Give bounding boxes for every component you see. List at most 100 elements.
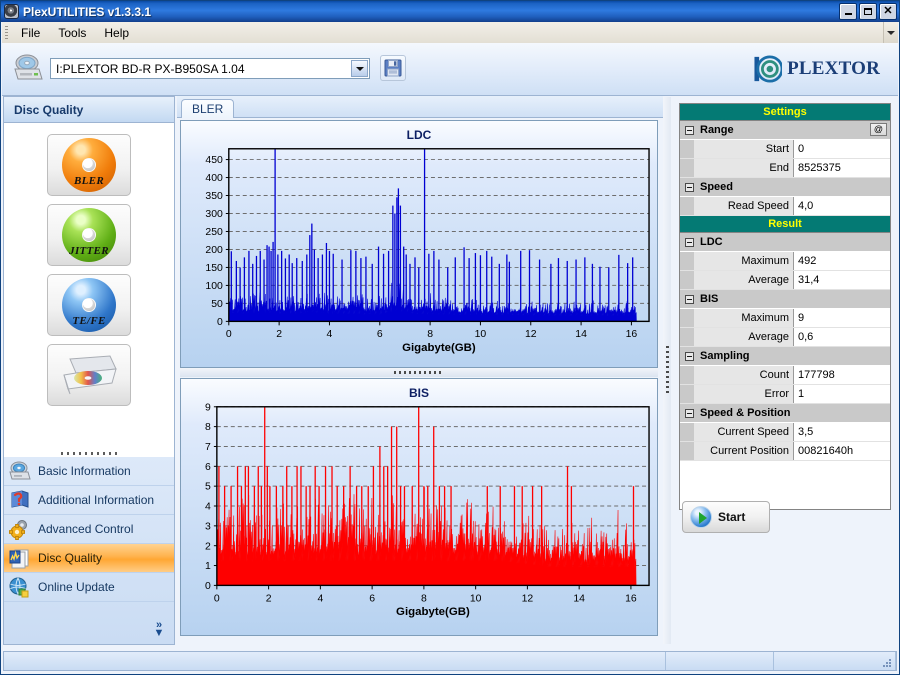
window-title: PlexUTILITIES v1.3.3.1	[23, 4, 152, 19]
svg-text:Gigabyte(GB): Gigabyte(GB)	[396, 606, 470, 618]
sidebar-item-disc-quality[interactable]: Disc Quality	[4, 544, 174, 573]
panel-splitter-vertical[interactable]	[663, 97, 671, 644]
svg-text:300: 300	[205, 209, 223, 220]
row-key: Current Position	[694, 442, 794, 460]
drive-select-dropdown-button[interactable]	[351, 60, 368, 77]
svg-text:250: 250	[205, 227, 223, 238]
maximize-button[interactable]	[859, 3, 877, 20]
row-key: Current Speed	[694, 423, 794, 441]
row-key: Average	[694, 271, 794, 289]
svg-text:6: 6	[369, 593, 375, 604]
row-value: 9	[794, 309, 890, 327]
svg-text:14: 14	[575, 329, 587, 340]
chevron-down-icon	[887, 30, 895, 35]
group-sampling[interactable]: Sampling	[680, 347, 890, 366]
svg-text:4: 4	[205, 502, 211, 513]
svg-text:8: 8	[427, 329, 433, 340]
row-sampling-error: Error 1	[680, 385, 890, 404]
bler-button[interactable]: BLER	[47, 134, 131, 196]
row-range-end: End 8525375	[680, 159, 890, 178]
row-bis-average: Average 0,6	[680, 328, 890, 347]
sidebar-item-additional-information[interactable]: Additional Information	[4, 486, 174, 515]
collapse-icon[interactable]	[685, 182, 694, 192]
book-help-icon	[11, 490, 29, 508]
drive-select[interactable]: I:PLEXTOR BD-R PX-B950SA 1.04	[50, 58, 370, 79]
properties-grid: Settings Range @ Start 0 End 8525375 Spe…	[679, 103, 891, 510]
app-disc-icon	[4, 4, 19, 19]
row-value[interactable]: 4,0	[794, 197, 890, 215]
chart-panel: LDC 0 50 100 150 200 250 300 350 400 450 0 2 4 6 8 10 12…	[177, 118, 663, 645]
collapse-icon[interactable]	[685, 125, 694, 135]
menu-item-help[interactable]: Help	[95, 24, 138, 42]
start-button-label: Start	[718, 510, 746, 524]
group-ldc[interactable]: LDC	[680, 233, 890, 252]
ldc-chart-plot: 0 50 100 150 200 250 300 350 400 450 0 2 4 6 8 10 12 14 16…	[205, 148, 650, 354]
svg-text:0: 0	[226, 329, 232, 340]
row-value[interactable]: 0	[794, 140, 890, 158]
start-button[interactable]: Start	[682, 501, 770, 533]
disc-drive-icon	[9, 461, 31, 480]
row-value[interactable]: 8525375	[794, 159, 890, 177]
drive-select-value: I:PLEXTOR BD-R PX-B950SA 1.04	[56, 61, 245, 76]
row-value: 31,4	[794, 271, 890, 289]
svg-text:9: 9	[205, 402, 211, 413]
sidebar-item-label: Additional Information	[38, 493, 155, 507]
group-speed-and-position[interactable]: Speed & Position	[680, 404, 890, 423]
grip-dots-icon	[665, 345, 669, 396]
drive-tray-icon	[63, 355, 117, 395]
title-bar: PlexUTILITIES v1.3.3.1 ✕	[1, 1, 899, 22]
group-range[interactable]: Range @	[680, 121, 890, 140]
arrow-down-icon: ▼	[153, 627, 165, 639]
row-value: 0,6	[794, 328, 890, 346]
range-at-button[interactable]: @	[870, 123, 887, 136]
row-gutter	[680, 140, 694, 158]
chart-splitter-horizontal[interactable]	[180, 368, 658, 377]
menu-item-file[interactable]: File	[12, 24, 49, 42]
properties-panel: Settings Range @ Start 0 End 8525375 Spe…	[673, 96, 897, 645]
menu-item-tools[interactable]: Tools	[49, 24, 95, 42]
save-button[interactable]	[380, 55, 406, 81]
row-bis-maximum: Maximum 9	[680, 309, 890, 328]
disc-hole	[82, 228, 96, 242]
sidebar-item-basic-information[interactable]: Basic Information	[4, 457, 174, 486]
application-window: PlexUTILITIES v1.3.3.1 ✕ File Tools Help	[0, 0, 900, 675]
resize-grip-icon[interactable]	[881, 657, 893, 669]
sidebar-separator[interactable]	[4, 449, 174, 457]
group-bis[interactable]: BIS	[680, 290, 890, 309]
group-speed[interactable]: Speed	[680, 178, 890, 197]
sidebar-item-advanced-control[interactable]: Advanced Control	[4, 515, 174, 544]
collapse-icon[interactable]	[685, 294, 694, 304]
close-button[interactable]: ✕	[879, 3, 897, 20]
tefe-button[interactable]: TE/FE	[47, 274, 131, 336]
status-panel-2	[666, 652, 774, 670]
minimize-button[interactable]	[839, 3, 857, 20]
jitter-button[interactable]: JITTER	[47, 204, 131, 266]
svg-text:1: 1	[205, 561, 211, 572]
collapse-icon[interactable]	[685, 351, 694, 361]
svg-text:200: 200	[205, 245, 223, 256]
close-icon: ✕	[883, 4, 893, 17]
sidebar-item-online-update[interactable]: Online Update	[4, 573, 174, 602]
svg-text:7: 7	[205, 442, 211, 453]
drive-info-button[interactable]	[47, 344, 131, 406]
disc-quality-buttons: BLER JITTER TE/FE	[4, 124, 174, 444]
sidebar-item-label: Online Update	[38, 580, 115, 594]
collapse-icon[interactable]	[685, 237, 694, 247]
optical-drive-icon	[12, 53, 44, 83]
row-value: 177798	[794, 366, 890, 384]
tab-bler[interactable]: BLER	[181, 99, 235, 118]
chart-tab-host: BLER LDC 0 50 100 150 200 250 300 350 400 450 0 2 4 6…	[177, 96, 663, 645]
status-panel-3	[774, 652, 896, 670]
row-key: Maximum	[694, 252, 794, 270]
sidebar-expander-button[interactable]: » ▼	[150, 618, 168, 640]
row-gutter	[680, 385, 694, 403]
collapse-icon[interactable]	[685, 408, 694, 418]
tab-strip: BLER	[177, 96, 663, 118]
green-disc-icon: JITTER	[62, 208, 116, 262]
sidebar-item-label: Advanced Control	[38, 522, 134, 536]
tefe-button-label: TE/FE	[72, 315, 106, 327]
sidebar-header: Disc Quality	[4, 97, 174, 123]
menu-grip-icon[interactable]	[5, 26, 8, 39]
sidebar-title: Disc Quality	[14, 102, 84, 117]
menu-expander-button[interactable]	[883, 22, 898, 43]
